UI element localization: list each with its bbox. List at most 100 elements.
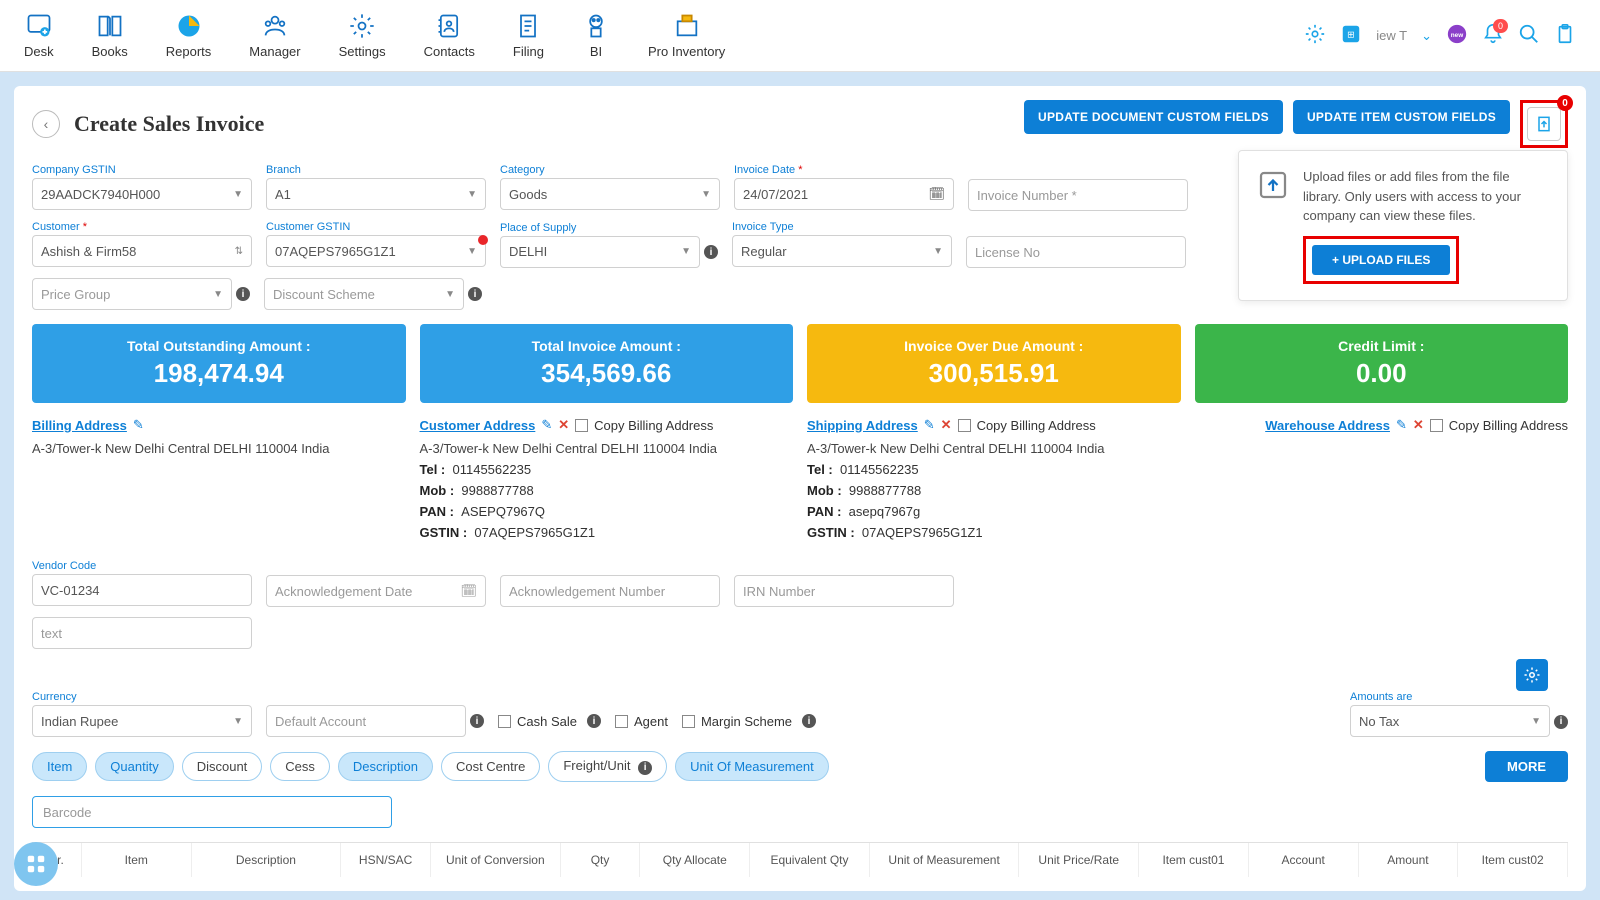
col-header: Unit of Conversion bbox=[431, 843, 561, 877]
stepper-icon: ⇅ bbox=[235, 246, 243, 257]
warehouse-address-link[interactable]: Warehouse Address bbox=[1265, 418, 1390, 433]
info-icon[interactable]: i bbox=[587, 714, 601, 728]
nav-label: Contacts bbox=[424, 44, 475, 59]
nav-books[interactable]: Books bbox=[92, 12, 128, 59]
edit-icon[interactable]: ✎ bbox=[1396, 417, 1407, 433]
info-icon[interactable]: i bbox=[802, 714, 816, 728]
vendor-code-field[interactable]: Vendor CodeVC-01234 bbox=[32, 560, 252, 607]
calc-icon[interactable]: ⊞ bbox=[1340, 23, 1362, 48]
billing-address-link[interactable]: Billing Address bbox=[32, 418, 127, 433]
calendar-icon: 🗓 bbox=[928, 186, 945, 202]
pill-cost-centre[interactable]: Cost Centre bbox=[441, 752, 540, 781]
nav-filing[interactable]: Filing bbox=[513, 12, 544, 59]
svg-text:⊞: ⊞ bbox=[1347, 30, 1355, 40]
nav-settings[interactable]: Settings bbox=[339, 12, 386, 59]
col-header: Equivalent Qty bbox=[750, 843, 870, 877]
category-field[interactable]: CategoryGoods▼ bbox=[500, 164, 720, 211]
pill-description[interactable]: Description bbox=[338, 752, 433, 781]
info-icon[interactable]: i bbox=[1554, 715, 1568, 729]
nav-bi[interactable]: BI bbox=[582, 12, 610, 59]
text-field[interactable]: text bbox=[32, 617, 252, 649]
place-of-supply-field[interactable]: Place of SupplyDELHI▼ bbox=[500, 222, 700, 268]
margin-scheme-checkbox[interactable]: Margin Schemei bbox=[682, 705, 816, 737]
info-icon[interactable]: i bbox=[470, 714, 484, 728]
page-header: ‹ Create Sales Invoice UPDATE DOCUMENT C… bbox=[32, 100, 1568, 148]
search-icon[interactable] bbox=[1518, 23, 1540, 48]
col-header: Item bbox=[82, 843, 192, 877]
chevron-down-icon: ▼ bbox=[467, 189, 477, 200]
clipboard-icon[interactable] bbox=[1554, 23, 1576, 48]
table-settings-button[interactable] bbox=[1516, 659, 1548, 691]
nav-reports[interactable]: Reports bbox=[166, 12, 212, 59]
copy-billing-checkbox[interactable] bbox=[958, 419, 971, 432]
branch-field[interactable]: BranchA1▼ bbox=[266, 164, 486, 211]
price-group-field[interactable]: Price Group▼ bbox=[32, 278, 232, 310]
pill-discount[interactable]: Discount bbox=[182, 752, 263, 781]
invoice-type-field[interactable]: Invoice TypeRegular▼ bbox=[732, 221, 952, 268]
info-icon[interactable]: i bbox=[638, 761, 652, 775]
license-field[interactable]: License No bbox=[966, 236, 1186, 268]
copy-billing-checkbox[interactable] bbox=[575, 419, 588, 432]
info-icon[interactable]: i bbox=[704, 245, 718, 259]
tenant-dropdown-icon[interactable]: ⌄ bbox=[1421, 28, 1432, 44]
nav-label: Filing bbox=[513, 44, 544, 59]
info-icon[interactable]: i bbox=[236, 287, 250, 301]
upload-files-button[interactable]: + UPLOAD FILES bbox=[1312, 245, 1450, 275]
info-icon[interactable]: i bbox=[468, 287, 482, 301]
company-gstin-field[interactable]: Company GSTIN29AADCK7940H000▼ bbox=[32, 164, 252, 211]
edit-icon[interactable]: ✎ bbox=[133, 417, 144, 433]
customer-address-link[interactable]: Customer Address bbox=[420, 418, 536, 433]
currency-field[interactable]: CurrencyIndian Rupee▼ bbox=[32, 691, 252, 737]
chevron-down-icon: ▼ bbox=[701, 189, 711, 200]
default-account-field[interactable]: Default Account bbox=[266, 705, 466, 737]
delete-icon[interactable]: ✕ bbox=[558, 417, 569, 433]
col-header: Description bbox=[192, 843, 342, 877]
cash-sale-checkbox[interactable]: Cash Salei bbox=[498, 705, 601, 737]
nav-manager[interactable]: Manager bbox=[249, 12, 300, 59]
pill-freight-unit[interactable]: Freight/Unit i bbox=[548, 751, 667, 782]
notification-icon[interactable]: 0 bbox=[1482, 23, 1504, 48]
ack-date-field[interactable]: Acknowledgement Date🗓 bbox=[266, 575, 486, 607]
pill-quantity[interactable]: Quantity bbox=[95, 752, 173, 781]
col-header: Item cust01 bbox=[1139, 843, 1249, 877]
invoice-number-field[interactable]: Invoice Number * bbox=[968, 179, 1188, 211]
nav-desk[interactable]: Desk bbox=[24, 12, 54, 59]
col-header: Amount bbox=[1359, 843, 1459, 877]
nav-right: ⊞ iew T ⌄ new 0 bbox=[1304, 23, 1576, 48]
update-doc-cf-button[interactable]: UPDATE DOCUMENT CUSTOM FIELDS bbox=[1024, 100, 1283, 134]
update-item-cf-button[interactable]: UPDATE ITEM CUSTOM FIELDS bbox=[1293, 100, 1510, 134]
edit-icon[interactable]: ✎ bbox=[924, 417, 935, 433]
pill-cess[interactable]: Cess bbox=[270, 752, 330, 781]
copy-billing-checkbox[interactable] bbox=[1430, 419, 1443, 432]
top-navbar: Desk Books Reports Manager Settings Cont… bbox=[0, 0, 1600, 72]
apps-launcher-button[interactable] bbox=[14, 842, 58, 886]
customer-gstin-field[interactable]: Customer GSTIN07AQEPS7965G1Z1▼ bbox=[266, 221, 486, 268]
upload-popover: Upload files or add files from the file … bbox=[1238, 150, 1568, 301]
barcode-input[interactable]: Barcode bbox=[32, 796, 392, 828]
amounts-are-field[interactable]: Amounts areNo Tax▼ bbox=[1350, 691, 1550, 737]
invoice-date-field[interactable]: Invoice Date24/07/2021🗓 bbox=[734, 164, 954, 211]
customer-field[interactable]: CustomerAshish & Firm58⇅ bbox=[32, 221, 252, 268]
col-header: Item cust02 bbox=[1458, 843, 1568, 877]
ack-number-field[interactable]: Acknowledgement Number bbox=[500, 575, 720, 607]
new-badge-icon[interactable]: new bbox=[1446, 23, 1468, 48]
discount-scheme-field[interactable]: Discount Scheme▼ bbox=[264, 278, 464, 310]
agent-checkbox[interactable]: Agent bbox=[615, 705, 668, 737]
pill-unit-of-measurement[interactable]: Unit Of Measurement bbox=[675, 752, 829, 781]
attachment-button[interactable]: 0 bbox=[1520, 100, 1568, 148]
pill-item[interactable]: Item bbox=[32, 752, 87, 781]
nav-inventory[interactable]: Pro Inventory bbox=[648, 12, 725, 59]
nav-contacts[interactable]: Contacts bbox=[424, 12, 475, 59]
more-button[interactable]: MORE bbox=[1485, 751, 1568, 782]
customer-address: Customer Address✎✕Copy Billing Address A… bbox=[420, 417, 794, 546]
delete-icon[interactable]: ✕ bbox=[941, 417, 952, 433]
back-button[interactable]: ‹ bbox=[32, 110, 60, 138]
chevron-down-icon: ▼ bbox=[467, 246, 477, 257]
delete-icon[interactable]: ✕ bbox=[1413, 417, 1424, 433]
settings-gear-icon[interactable] bbox=[1304, 23, 1326, 48]
shipping-address-link[interactable]: Shipping Address bbox=[807, 418, 918, 433]
items-table: Sr.ItemDescriptionHSN/SACUnit of Convers… bbox=[32, 842, 1568, 877]
edit-icon[interactable]: ✎ bbox=[541, 417, 552, 433]
irn-number-field[interactable]: IRN Number bbox=[734, 575, 954, 607]
chevron-down-icon: ▼ bbox=[445, 289, 455, 300]
